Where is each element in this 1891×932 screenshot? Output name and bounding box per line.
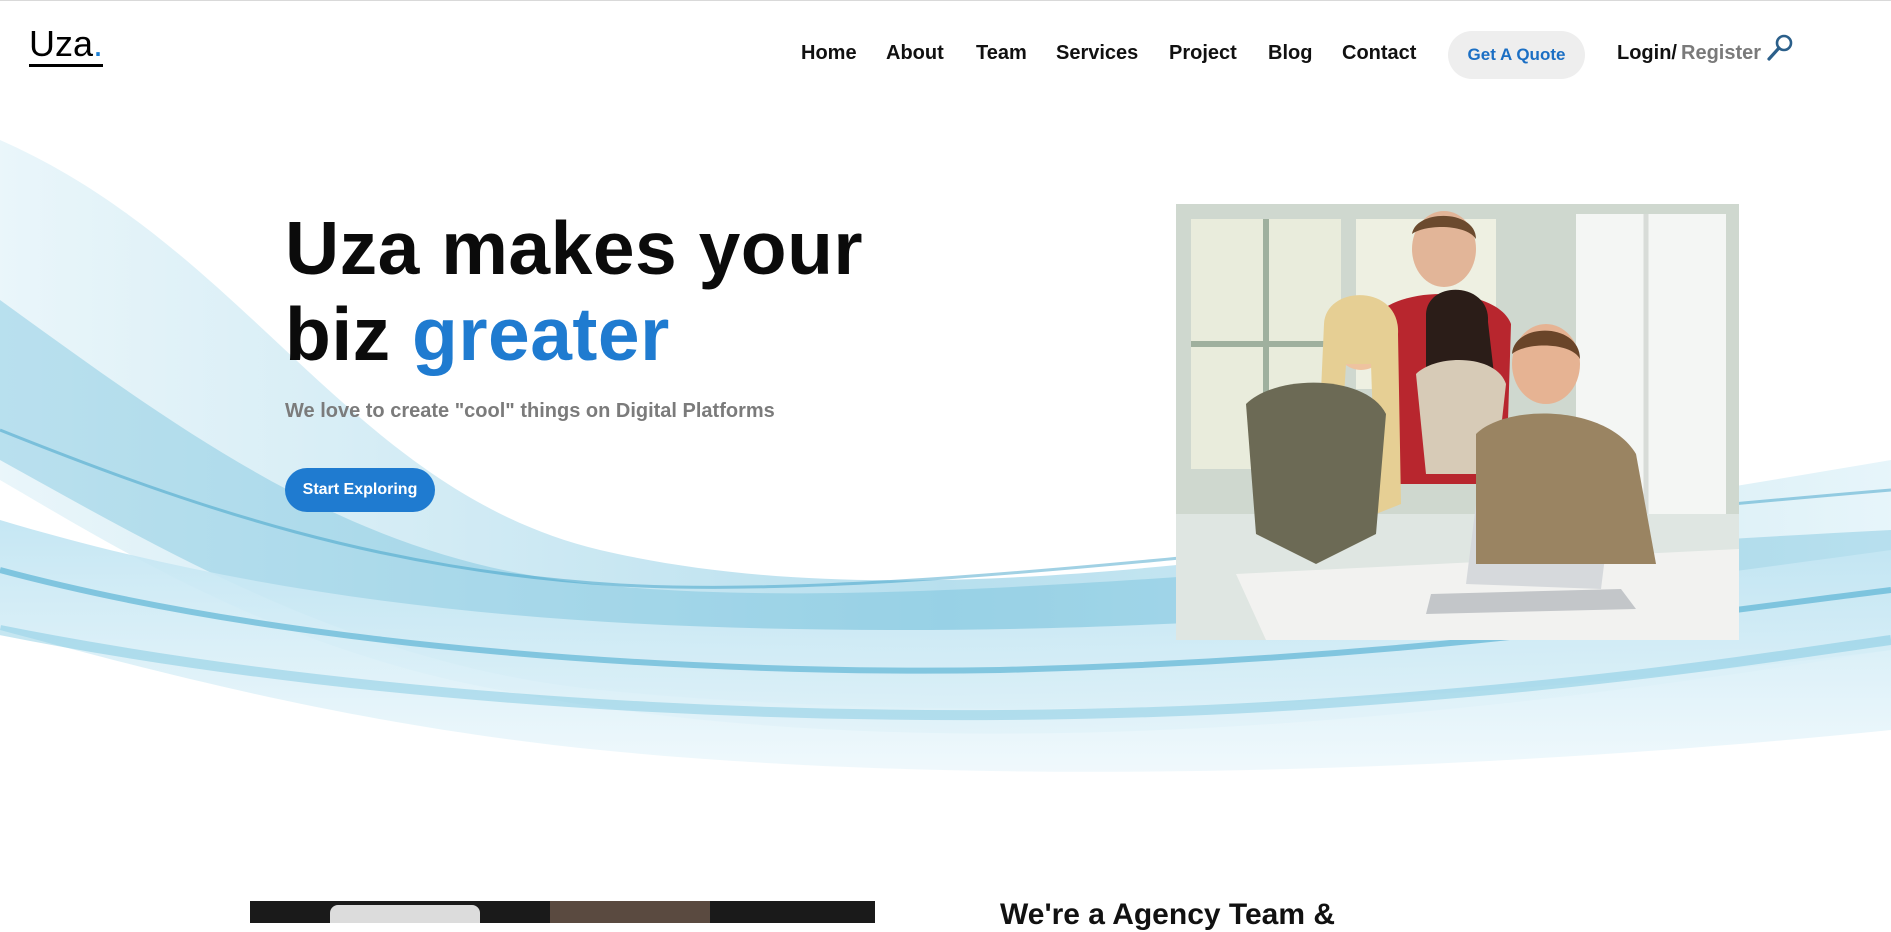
nav-contact[interactable]: Contact (1342, 41, 1416, 65)
about-heading: We're a Agency Team & (1000, 898, 1336, 931)
hero-team-photo (1176, 204, 1739, 640)
nav-blog[interactable]: Blog (1268, 41, 1312, 65)
nav-home[interactable]: Home (801, 41, 857, 65)
get-a-quote-button[interactable]: Get A Quote (1448, 31, 1585, 79)
search-icon[interactable] (1765, 32, 1795, 62)
hero-title-accent: greater (412, 292, 670, 376)
logo[interactable]: Uza. (29, 23, 104, 67)
hero-subtitle: We love to create "cool" things on Digit… (285, 400, 775, 422)
logo-text: Uza (29, 23, 94, 64)
top-border (0, 0, 1891, 1)
register-link[interactable]: Register (1681, 41, 1761, 65)
hero-title-line1: Uza makes your (285, 206, 864, 290)
start-exploring-button[interactable]: Start Exploring (285, 468, 435, 512)
logo-dot: . (93, 23, 104, 64)
nav-about[interactable]: About (886, 41, 944, 65)
nav-team[interactable]: Team (976, 41, 1027, 65)
hero-title-line2: biz (285, 292, 412, 376)
about-section-image (250, 901, 875, 923)
nav-project[interactable]: Project (1169, 41, 1237, 65)
login-link[interactable]: Login/ (1617, 41, 1677, 65)
hero-title: Uza makes your biz greater (285, 205, 863, 377)
nav-services[interactable]: Services (1056, 41, 1138, 65)
